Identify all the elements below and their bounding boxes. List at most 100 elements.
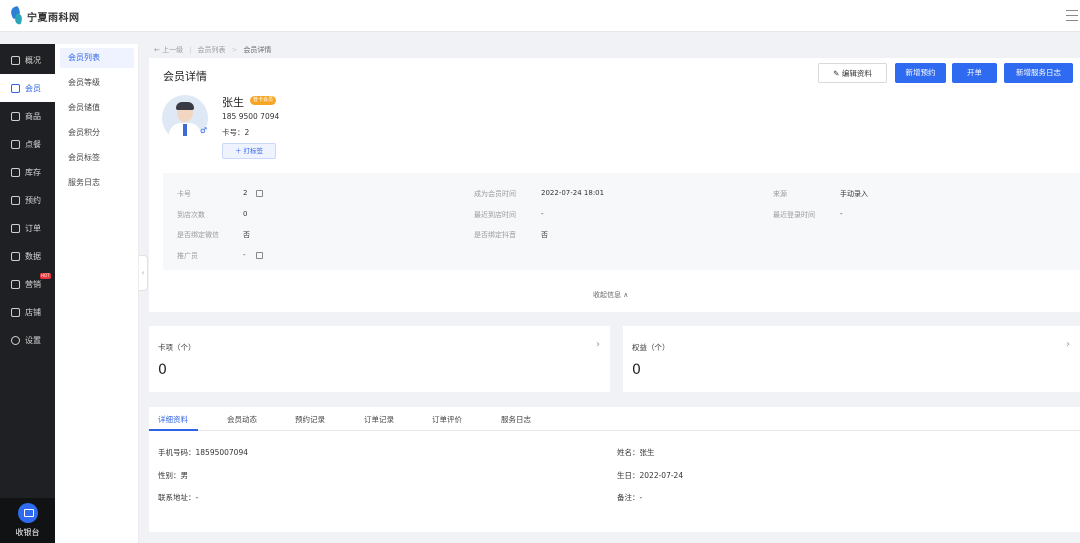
nav-item-label: 数据 (25, 251, 41, 261)
stat-value: 0 (632, 362, 641, 378)
card-items-stat[interactable]: 卡项（个） 0 › (149, 326, 610, 392)
dish-icon (11, 139, 20, 149)
nav-item-orders[interactable]: 订单 (0, 214, 55, 242)
stat-title: 权益（个） (632, 343, 670, 352)
calendar-check-icon (11, 195, 20, 205)
info-value: - (541, 210, 544, 218)
grid-icon (11, 55, 20, 65)
nav-item-label: 商品 (25, 111, 41, 121)
page-title: 会员详情 (163, 70, 207, 83)
pencil-icon: ✎ (833, 69, 842, 78)
warehouse-icon (11, 167, 20, 177)
brand-logo[interactable]: 宁夏雨科网 (9, 5, 80, 27)
info-value: - (840, 210, 843, 218)
nav-item-goods[interactable]: 商品 (0, 102, 55, 130)
edit-profile-button[interactable]: ✎ 编辑资料 (818, 63, 887, 83)
edit-profile-label: 编辑资料 (841, 69, 872, 78)
info-label: 是否绑定抖音 (474, 231, 516, 239)
info-value: 否 (541, 231, 548, 239)
info-label: 是否绑定微信 (177, 231, 219, 239)
nav-item-label: 营销 (25, 279, 41, 289)
nav-item-marketing[interactable]: 营销 HOT (0, 270, 55, 298)
cashier-button[interactable]: 收银台 (0, 498, 55, 543)
subnav-item-member-stored-value[interactable]: 会员储值 (60, 98, 134, 118)
add-tag-button[interactable]: ＋ 打标签 (222, 143, 276, 159)
subnav-item-member-level[interactable]: 会员等级 (60, 73, 134, 93)
logo-text: 宁夏雨科网 (27, 12, 80, 24)
nav-item-label: 订单 (25, 223, 41, 233)
info-label: 推广员 (177, 252, 198, 260)
tab-bar: 详细资料 会员动态 预约记录 订单记录 订单评价 服务日志 (149, 407, 1080, 431)
nav-item-ordering[interactable]: 点餐 (0, 130, 55, 158)
nav-item-settings[interactable]: 设置 (0, 326, 55, 354)
stat-value: 0 (158, 362, 167, 378)
new-booking-button[interactable]: 新增预约 (895, 63, 946, 83)
nav-item-member[interactable]: 会员 (0, 74, 55, 102)
subnav-item-member-list[interactable]: 会员列表 (60, 48, 134, 68)
tab-order-reviews[interactable]: 订单评价 (432, 414, 462, 425)
new-service-log-button[interactable]: 新增服务日志 (1004, 63, 1073, 83)
cashier-icon (17, 503, 38, 523)
member-card-number: 卡号：2 (222, 128, 250, 137)
tab-details[interactable]: 详细资料 (158, 414, 188, 425)
order-icon (11, 223, 20, 233)
detail-birthday: 生日：2022-07-24 (617, 471, 684, 480)
detail-remark: 备注：- (617, 493, 643, 502)
edit-icon[interactable] (256, 190, 263, 197)
nav-item-label: 设置 (25, 335, 41, 345)
detail-mobile: 手机号码：18595007094 (158, 448, 248, 457)
main-sidebar: 概况 会员 商品 点餐 库存 预约 订单 数据 营销 HOT 店铺 设置 收银台 (0, 44, 55, 543)
collapse-sidebar-toggle[interactable]: ‹ (139, 255, 148, 291)
collapse-info-button[interactable]: 收起信息 ∧ (593, 290, 628, 300)
open-order-button[interactable]: 开单 (952, 63, 997, 83)
breadcrumb: ← 上一级 | 会员列表 > 会员详情 (154, 44, 271, 56)
tab-member-activity[interactable]: 会员动态 (227, 414, 257, 425)
detail-name: 姓名：张生 (617, 448, 655, 457)
member-detail-card: 会员详情 ✎ 编辑资料 新增预约 开单 新增服务日志 ♂ 张生 普卡会员 185… (149, 58, 1080, 312)
male-icon: ♂ (200, 126, 208, 135)
tab-booking-records[interactable]: 预约记录 (295, 414, 325, 425)
nav-item-inventory[interactable]: 库存 (0, 158, 55, 186)
hot-badge: HOT (40, 273, 51, 279)
store-icon (11, 307, 20, 317)
crown-icon (11, 83, 20, 93)
member-level-badge: 普卡会员 (250, 96, 277, 105)
info-label: 最近到店时间 (474, 211, 516, 219)
detail-gender: 性别：男 (158, 471, 188, 480)
top-bar: 宁夏雨科网 (0, 0, 1080, 32)
chevron-right-icon: › (1066, 339, 1070, 350)
chevron-right-icon: › (596, 339, 600, 350)
breadcrumb-current: 会员详情 (243, 46, 272, 54)
nav-item-overview[interactable]: 概况 (0, 46, 55, 74)
nav-item-label: 概况 (25, 55, 41, 65)
member-info-panel: 卡号 2 到店次数 0 是否绑定微信 否 推广员 - 成为会员时间 2022-0… (163, 173, 1080, 270)
member-name: 张生 (222, 96, 244, 109)
nav-item-store[interactable]: 店铺 (0, 298, 55, 326)
subnav-item-member-tags[interactable]: 会员标签 (60, 148, 134, 168)
info-value: 0 (243, 210, 248, 218)
edit-icon[interactable] (256, 252, 263, 259)
breadcrumb-parent[interactable]: 会员列表 (197, 45, 225, 55)
info-label: 成为会员时间 (474, 190, 516, 198)
info-value: - (243, 251, 246, 259)
stat-title: 卡项（个） (158, 343, 196, 352)
tab-service-log[interactable]: 服务日志 (501, 414, 531, 425)
info-label: 来源 (773, 190, 787, 198)
nav-item-label: 会员 (25, 83, 41, 93)
tab-order-records[interactable]: 订单记录 (364, 414, 394, 425)
hamburger-menu-icon[interactable] (1066, 10, 1078, 21)
subnav-item-service-log[interactable]: 服务日志 (60, 173, 134, 193)
subnav-item-member-points[interactable]: 会员积分 (60, 123, 134, 143)
info-value: 2022-07-24 18:01 (541, 189, 605, 197)
nav-item-booking[interactable]: 预约 (0, 186, 55, 214)
benefits-stat[interactable]: 权益（个） 0 › (623, 326, 1080, 392)
chevron-left-icon: ‹ (141, 269, 145, 277)
info-label: 卡号 (177, 190, 191, 198)
active-tab-indicator (149, 429, 198, 431)
back-link[interactable]: ← 上一级 (154, 45, 183, 55)
nav-item-label: 店铺 (25, 307, 41, 317)
nav-item-data[interactable]: 数据 (0, 242, 55, 270)
info-value: 否 (243, 231, 250, 239)
nav-item-label: 预约 (25, 195, 41, 205)
info-value: 2 (243, 189, 248, 197)
